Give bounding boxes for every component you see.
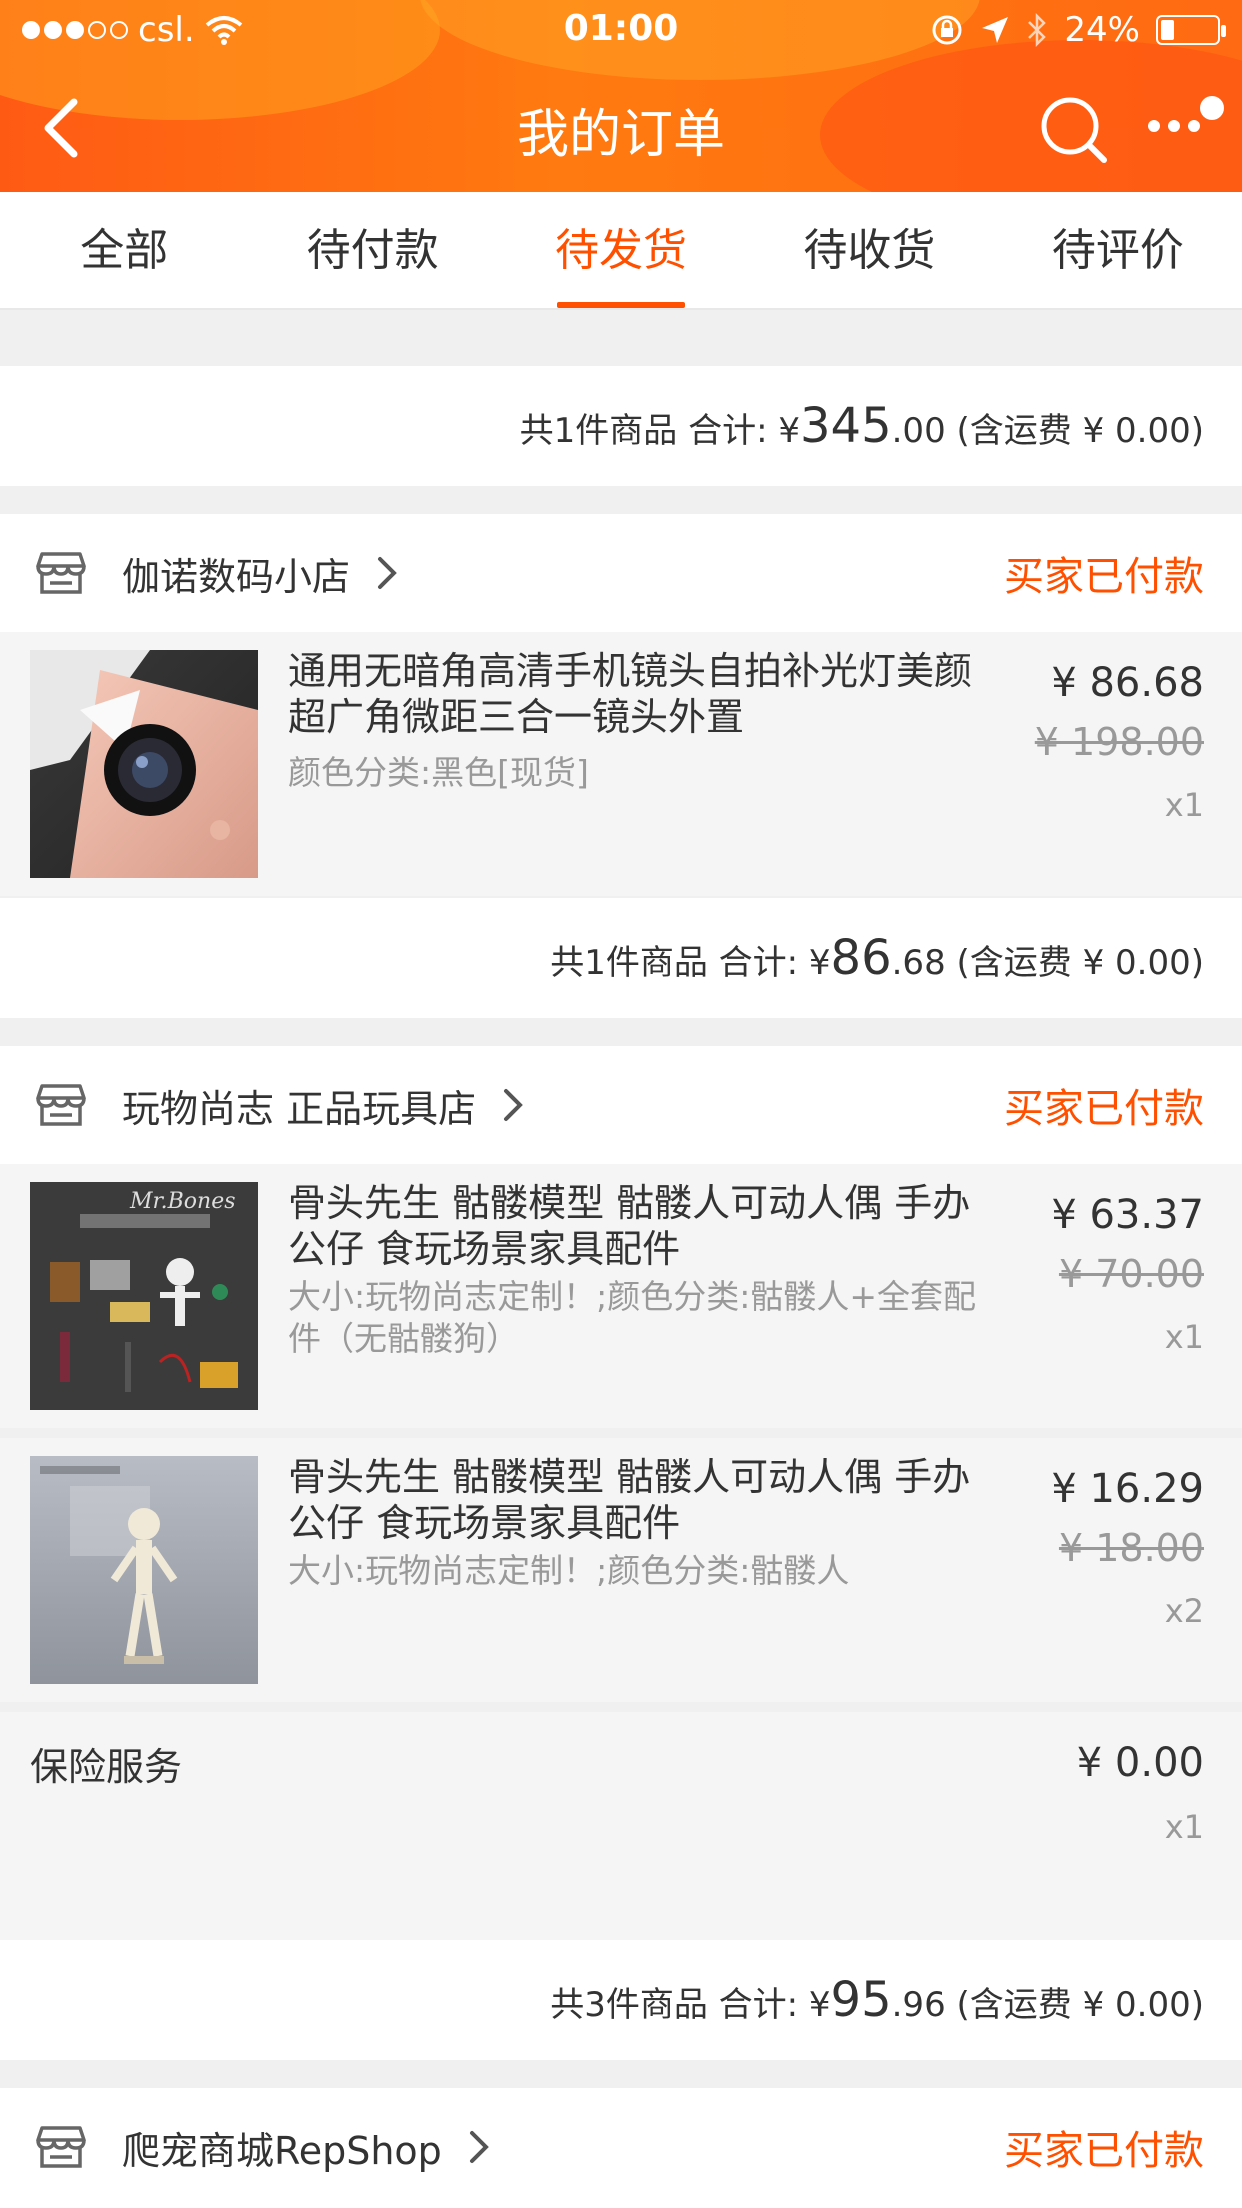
original-price: ¥ 18.00: [1058, 1526, 1204, 1570]
product-price: ¥ 16.29: [1051, 1466, 1204, 1512]
order-summary: 共1件商品 合计: ¥86.68 (含运费 ¥ 0.00): [0, 898, 1242, 1018]
location-icon: [982, 17, 1009, 43]
shop-header[interactable]: 爬宠商城RepShop 买家已付款: [0, 2088, 1242, 2206]
order-card[interactable]: 爬宠商城RepShop 买家已付款: [0, 2088, 1242, 2208]
order-status: 买家已付款: [1004, 1086, 1204, 1132]
battery-percent: 24%: [1064, 10, 1140, 50]
shop-name[interactable]: 玩物尚志 正品玩具店: [122, 1078, 476, 1133]
order-item[interactable]: 骨头先生 骷髅模型 骷髅人可动人偶 手办公仔 食玩场景家具配件 大小:玩物尚志定…: [0, 1438, 1242, 1702]
thumb-label: Mr.Bones: [129, 1189, 236, 1214]
shop-header[interactable]: 伽诺数码小店 买家已付款: [0, 514, 1242, 632]
shop-header[interactable]: 玩物尚志 正品玩具店 买家已付款: [0, 1046, 1242, 1164]
chevron-right-icon: [504, 1089, 523, 1121]
service-label: 保险服务: [30, 1745, 183, 1789]
product-title[interactable]: 骨头先生 骷髅模型 骷髅人可动人偶 手办公仔 食玩场景家具配件: [288, 1454, 988, 1546]
insurance-service-row[interactable]: 保险服务 ¥ 0.00 x1: [0, 1712, 1242, 1940]
product-quantity: x1: [1164, 786, 1204, 824]
tab-all[interactable]: 全部: [0, 192, 248, 308]
order-summary: 共1件商品 合计: ¥345.00 (含运费 ¥ 0.00): [0, 366, 1242, 486]
order-card[interactable]: 玩物尚志 正品玩具店 买家已付款: [0, 1046, 1242, 1164]
rotation-lock-icon: [932, 15, 962, 45]
product-thumbnail[interactable]: [30, 650, 258, 878]
more-button[interactable]: [1140, 92, 1230, 156]
shop-icon: [36, 1084, 86, 1126]
original-price: ¥ 70.00: [1058, 1252, 1204, 1296]
product-thumbnail[interactable]: [30, 1456, 258, 1684]
bluetooth-icon: [1028, 13, 1047, 47]
shop-name[interactable]: 伽诺数码小店: [122, 546, 350, 601]
product-sku: 颜色分类:黑色[现货]: [288, 753, 589, 792]
product-title[interactable]: 通用无暗角高清手机镜头自拍补光灯美颜超广角微距三合一镜头外置: [288, 648, 988, 740]
original-price: ¥ 198.00: [1034, 720, 1204, 764]
tab-pending-receipt[interactable]: 待收货: [745, 192, 993, 308]
product-sku: 大小:玩物尚志定制！;颜色分类:骷髅人+全套配件（无骷髅狗）: [288, 1277, 977, 1358]
service-price: ¥ 0.00: [1076, 1740, 1204, 1786]
product-thumbnail[interactable]: Mr.Bones: [30, 1182, 258, 1410]
chevron-right-icon: [469, 2131, 489, 2163]
shop-icon: [36, 2126, 86, 2168]
search-button[interactable]: [1036, 92, 1112, 168]
order-card[interactable]: 伽诺数码小店 买家已付款: [0, 514, 1242, 632]
app-header: csl. 01:00 24% 我的订单: [0, 0, 1242, 192]
shop-icon: [36, 552, 86, 594]
product-quantity: x1: [1164, 1318, 1204, 1356]
status-bar: csl. 01:00 24%: [0, 0, 1242, 62]
battery-icon: [1156, 15, 1226, 45]
tab-pending-shipment[interactable]: 待发货: [497, 192, 745, 308]
product-price: ¥ 63.37: [1051, 1192, 1204, 1238]
search-icon: [1041, 97, 1107, 163]
product-price: ¥ 86.68: [1051, 660, 1204, 706]
chevron-right-icon: [378, 557, 397, 589]
product-title[interactable]: 骨头先生 骷髅模型 骷髅人可动人偶 手办公仔 食玩场景家具配件: [288, 1180, 988, 1272]
order-item[interactable]: Mr.Bones 骨头先生 骷髅模型 骷髅人可动人偶 手办公仔 食玩场景家具配件…: [0, 1164, 1242, 1428]
order-summary: 共3件商品 合计: ¥95.96 (含运费 ¥ 0.00): [0, 1940, 1242, 2060]
product-quantity: x2: [1164, 1592, 1204, 1630]
shop-name[interactable]: 爬宠商城RepShop: [122, 2120, 442, 2175]
service-quantity: x1: [1164, 1808, 1204, 1846]
order-status: 买家已付款: [1004, 2128, 1204, 2174]
order-status: 买家已付款: [1004, 554, 1204, 600]
order-item[interactable]: 通用无暗角高清手机镜头自拍补光灯美颜超广角微距三合一镜头外置 颜色分类:黑色[现…: [0, 632, 1242, 896]
product-sku: 大小:玩物尚志定制！;颜色分类:骷髅人: [288, 1551, 850, 1590]
order-tabs: 全部 待付款 待发货 待收货 待评价: [0, 192, 1242, 310]
more-dots-icon: [1148, 96, 1224, 132]
tab-pending-payment[interactable]: 待付款: [248, 192, 496, 308]
tab-pending-review[interactable]: 待评价: [994, 192, 1242, 308]
